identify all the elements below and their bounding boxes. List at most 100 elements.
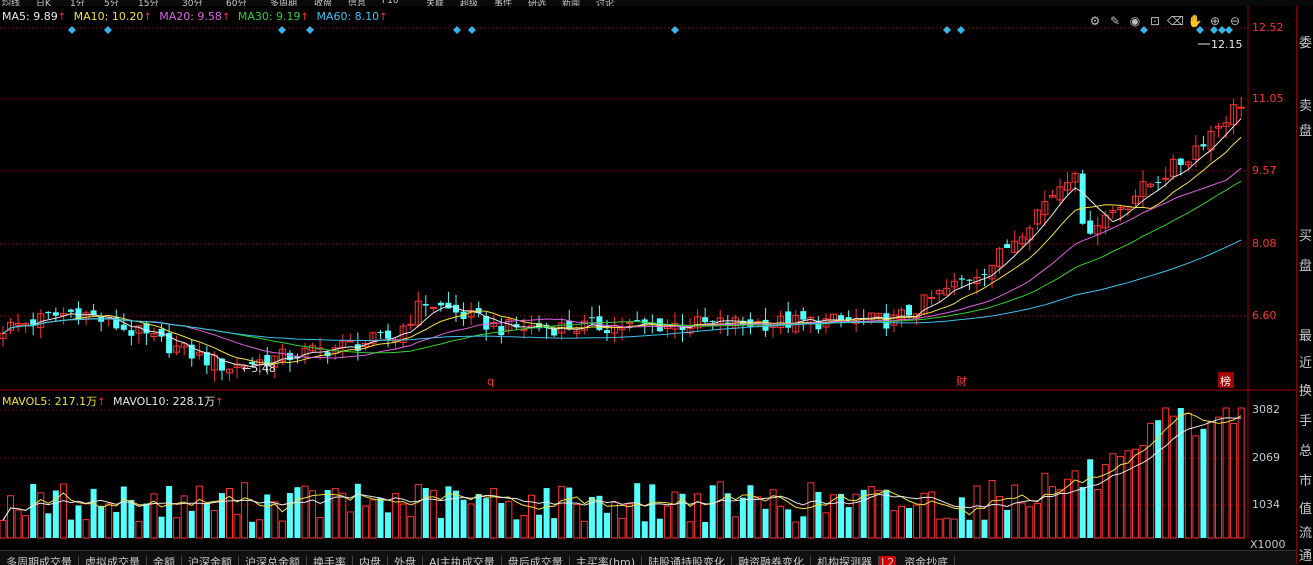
volume-bar <box>1116 455 1124 539</box>
volume-bar <box>1011 484 1019 539</box>
candle-body <box>1004 244 1011 248</box>
volume-bar <box>694 493 702 539</box>
event-diamond-icon <box>68 26 76 34</box>
kline-chart[interactable]: 12.15 ←5.48 q 财榜 MA5: 9.89↑ MA10: 10.20↑ MA… <box>0 6 1313 551</box>
zoom-in-icon[interactable]: ⊕ <box>1207 14 1223 28</box>
volume-bar <box>1177 408 1184 538</box>
volume-bar <box>513 519 520 538</box>
volume-bar <box>1033 502 1041 539</box>
marker-cai: 财 <box>956 374 967 388</box>
volume-bar <box>98 505 105 538</box>
candle-body <box>981 274 988 276</box>
event-diamond-icon <box>468 26 476 34</box>
volume-bar <box>467 503 475 539</box>
volume-bar <box>883 489 890 538</box>
candle-body <box>604 330 610 334</box>
candle-body <box>120 324 127 330</box>
candle-body <box>596 316 603 331</box>
volume-bar <box>143 503 150 538</box>
volume-bar <box>407 516 415 539</box>
volume-bar <box>1132 448 1139 539</box>
volume-bar <box>634 483 641 538</box>
volume-bar <box>1041 472 1049 539</box>
price-tick-label: 9.57 <box>1252 164 1277 177</box>
order-book-label: 盘 <box>1299 124 1313 139</box>
lock-icon[interactable]: ⊡ <box>1147 14 1163 28</box>
volume-bar <box>1147 422 1155 539</box>
volume-bar <box>928 491 936 539</box>
eye-icon[interactable]: ◉ <box>1127 14 1143 28</box>
indicator-tabs: 多周期成交量 虚拟成交量 金额 沪深金额 沪深总金额 换手率 内盘 外盘 AI主执成交量 盘后成交… <box>0 550 1296 565</box>
volume-bar <box>1200 428 1207 538</box>
vol-legend: MAVOL5: 217.1万↑ MAVOL10: 228.1万↑ <box>2 393 228 409</box>
volume-bar <box>641 521 648 538</box>
high-price-label: 12.15 <box>1211 38 1243 51</box>
volume-bar <box>195 485 203 539</box>
volume-bar <box>890 510 898 539</box>
volume-bar <box>1087 459 1094 538</box>
volume-bar <box>777 505 785 539</box>
up-arrow-icon: ↑ <box>215 397 224 408</box>
volume-bar <box>67 519 74 538</box>
volume-bar <box>475 493 482 538</box>
volume-bar <box>611 501 619 539</box>
volume-bar <box>686 521 694 539</box>
hand-icon[interactable]: ✋ <box>1187 14 1203 28</box>
pencil-icon[interactable]: ✎ <box>1107 14 1123 28</box>
order-book-label: 买 <box>1299 229 1313 244</box>
up-arrow-icon: ↑ <box>143 12 152 23</box>
volume-bar <box>875 489 883 539</box>
order-book-label: 手 <box>1299 414 1313 429</box>
up-arrow-icon: ↑ <box>221 12 231 23</box>
event-diamond-icon <box>957 26 965 34</box>
candle-body <box>385 330 392 339</box>
event-diamond-icon <box>306 26 314 34</box>
volume-bar <box>1004 509 1011 538</box>
volume-bar <box>483 498 490 538</box>
chart-toolbar: ⚙ ✎ ◉ ⊡ ⌫ ✋ ⊕ ⊖ <box>1087 14 1243 28</box>
candle-body <box>966 279 973 281</box>
volume-bar <box>173 517 181 539</box>
volume-bar <box>30 484 37 538</box>
volume-bar <box>460 499 467 538</box>
event-diamond-icon <box>671 26 679 34</box>
volume-bar <box>747 485 754 538</box>
candle-body <box>800 311 807 320</box>
volume-bar <box>1230 423 1238 539</box>
marker-bang: 榜 <box>1220 374 1231 388</box>
volume-bar <box>1056 489 1064 539</box>
volume-bar <box>981 519 988 538</box>
candle-body <box>1079 173 1086 224</box>
volume-bar <box>754 496 762 539</box>
volume-bar <box>203 503 210 538</box>
volume-bar <box>113 511 120 538</box>
volume-bar <box>973 485 981 539</box>
volume-bar <box>618 517 626 539</box>
volume-bar <box>702 521 709 538</box>
volume-bar <box>233 513 241 539</box>
candle-body <box>1155 181 1162 183</box>
volume-bar <box>709 485 716 538</box>
gear-icon[interactable]: ⚙ <box>1087 14 1103 28</box>
trash-icon[interactable]: ⌫ <box>1167 14 1184 28</box>
volume-bar <box>22 515 30 539</box>
volume-bar <box>913 504 921 539</box>
order-book-label: 近 <box>1299 356 1313 371</box>
mavol10-label: MAVOL10: 228.1万 <box>113 395 216 408</box>
marker-q: q <box>487 375 494 388</box>
order-book-label: 委 <box>1299 36 1313 51</box>
volume-bar <box>0 519 7 539</box>
volume-bar <box>626 503 634 539</box>
volume-bar <box>845 507 852 538</box>
candle-body <box>483 316 490 330</box>
volume-bar <box>1192 435 1200 539</box>
candle-body <box>709 320 716 322</box>
candle-body <box>422 304 429 306</box>
volume-bar <box>294 487 301 538</box>
volume-bar <box>988 480 996 539</box>
volume-bar <box>536 514 543 538</box>
volume-bar <box>1207 421 1215 539</box>
zoom-out-icon[interactable]: ⊖ <box>1227 14 1243 28</box>
candle-body <box>1177 158 1184 165</box>
volume-bar <box>369 499 377 539</box>
